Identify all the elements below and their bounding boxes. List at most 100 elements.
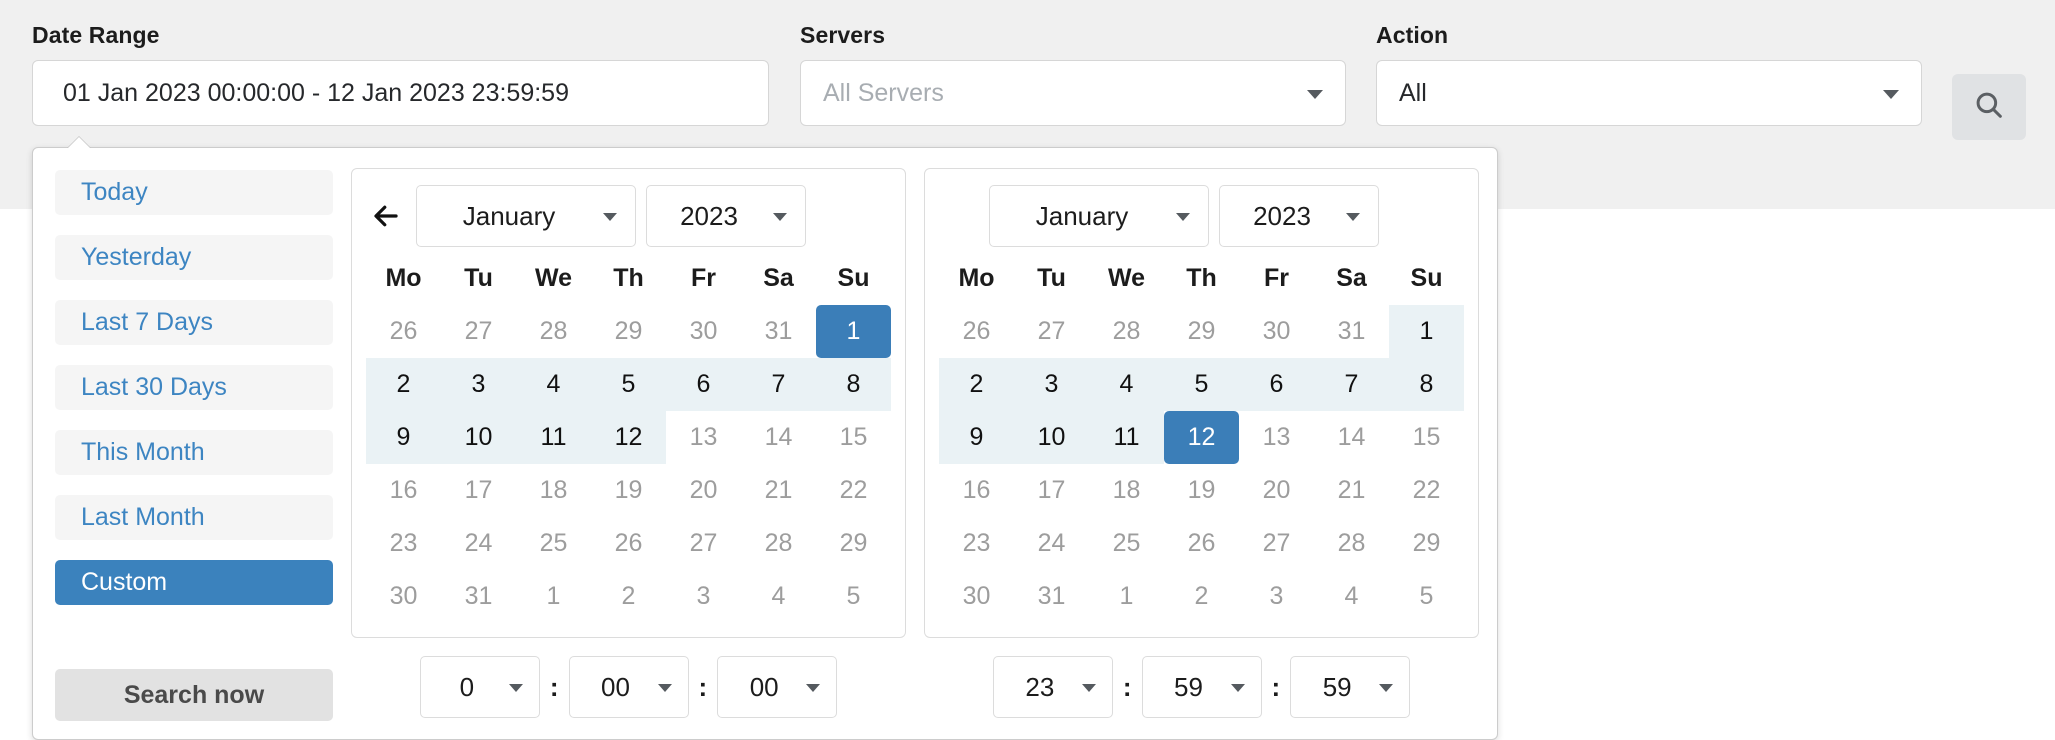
calendar-day[interactable]: 22 — [1389, 464, 1464, 517]
calendar-day[interactable]: 21 — [741, 464, 816, 517]
second-select[interactable]: 00 — [717, 656, 838, 718]
calendar-day[interactable]: 1 — [1389, 305, 1464, 358]
calendar-day[interactable]: 3 — [666, 570, 741, 623]
calendar-day[interactable]: 19 — [1164, 464, 1239, 517]
calendar-day[interactable]: 28 — [516, 305, 591, 358]
calendar-day[interactable]: 1 — [1089, 570, 1164, 623]
calendar-day[interactable]: 25 — [1089, 517, 1164, 570]
calendar-day[interactable]: 23 — [939, 517, 1014, 570]
calendar-day[interactable]: 20 — [1239, 464, 1314, 517]
calendar-day[interactable]: 19 — [591, 464, 666, 517]
calendar-day[interactable]: 30 — [666, 305, 741, 358]
calendar-day[interactable]: 9 — [939, 411, 1014, 464]
range-item-yesterday[interactable]: Yesterday — [55, 235, 333, 280]
calendar-day[interactable]: 16 — [366, 464, 441, 517]
calendar-day[interactable]: 11 — [516, 411, 591, 464]
calendar-day[interactable]: 28 — [1089, 305, 1164, 358]
calendar-day[interactable]: 5 — [816, 570, 891, 623]
hour-select[interactable]: 0 — [419, 656, 540, 718]
calendar-day[interactable]: 18 — [516, 464, 591, 517]
calendar-day[interactable]: 26 — [1164, 517, 1239, 570]
calendar-day[interactable]: 27 — [1014, 305, 1089, 358]
calendar-day[interactable]: 22 — [816, 464, 891, 517]
calendar-day[interactable]: 15 — [816, 411, 891, 464]
calendar-day[interactable]: 4 — [741, 570, 816, 623]
calendar-day[interactable]: 25 — [516, 517, 591, 570]
second-select[interactable]: 59 — [1290, 656, 1411, 718]
range-item-last-30-days[interactable]: Last 30 Days — [55, 365, 333, 410]
calendar-day[interactable]: 23 — [366, 517, 441, 570]
calendar-day[interactable]: 29 — [591, 305, 666, 358]
calendar-day[interactable]: 24 — [441, 517, 516, 570]
calendar-day[interactable]: 12 — [591, 411, 666, 464]
range-item-last-month[interactable]: Last Month — [55, 495, 333, 540]
calendar-day[interactable]: 17 — [441, 464, 516, 517]
calendar-day[interactable]: 27 — [441, 305, 516, 358]
calendar-day[interactable]: 13 — [1239, 411, 1314, 464]
calendar-day[interactable]: 10 — [1014, 411, 1089, 464]
calendar-day[interactable]: 2 — [591, 570, 666, 623]
servers-select[interactable]: All Servers — [800, 60, 1346, 126]
calendar-day[interactable]: 4 — [516, 358, 591, 411]
calendar-day[interactable]: 5 — [1164, 358, 1239, 411]
calendar-day[interactable]: 21 — [1314, 464, 1389, 517]
calendar-day[interactable]: 14 — [1314, 411, 1389, 464]
range-item-last-7-days[interactable]: Last 7 Days — [55, 300, 333, 345]
month-select[interactable]: January — [416, 185, 636, 247]
calendar-day[interactable]: 30 — [1239, 305, 1314, 358]
date-range-input[interactable]: 01 Jan 2023 00:00:00 - 12 Jan 2023 23:59… — [32, 60, 769, 126]
calendar-day[interactable]: 11 — [1089, 411, 1164, 464]
search-now-button[interactable]: Search now — [55, 669, 333, 721]
calendar-day[interactable]: 8 — [816, 358, 891, 411]
calendar-day[interactable]: 3 — [441, 358, 516, 411]
calendar-day[interactable]: 5 — [1389, 570, 1464, 623]
calendar-day[interactable]: 18 — [1089, 464, 1164, 517]
calendar-day[interactable]: 2 — [1164, 570, 1239, 623]
calendar-day[interactable]: 6 — [666, 358, 741, 411]
calendar-day[interactable]: 31 — [1014, 570, 1089, 623]
calendar-day[interactable]: 31 — [741, 305, 816, 358]
range-item-custom[interactable]: Custom — [55, 560, 333, 605]
calendar-day[interactable]: 30 — [366, 570, 441, 623]
calendar-day[interactable]: 13 — [666, 411, 741, 464]
action-select[interactable]: All — [1376, 60, 1922, 126]
calendar-day[interactable]: 28 — [741, 517, 816, 570]
month-select[interactable]: January — [989, 185, 1209, 247]
calendar-day[interactable]: 4 — [1314, 570, 1389, 623]
minute-select[interactable]: 00 — [568, 656, 689, 718]
calendar-day[interactable]: 4 — [1089, 358, 1164, 411]
calendar-day[interactable]: 2 — [939, 358, 1014, 411]
arrow-left-icon[interactable] — [366, 196, 406, 236]
calendar-day[interactable]: 31 — [1314, 305, 1389, 358]
calendar-day[interactable]: 28 — [1314, 517, 1389, 570]
calendar-day[interactable]: 7 — [1314, 358, 1389, 411]
calendar-day[interactable]: 24 — [1014, 517, 1089, 570]
calendar-day[interactable]: 14 — [741, 411, 816, 464]
calendar-day[interactable]: 6 — [1239, 358, 1314, 411]
calendar-day[interactable]: 17 — [1014, 464, 1089, 517]
calendar-day[interactable]: 27 — [1239, 517, 1314, 570]
calendar-day-selected[interactable]: 1 — [816, 305, 891, 358]
calendar-day[interactable]: 2 — [366, 358, 441, 411]
calendar-day[interactable]: 30 — [939, 570, 1014, 623]
range-item-this-month[interactable]: This Month — [55, 430, 333, 475]
calendar-day[interactable]: 9 — [366, 411, 441, 464]
calendar-day[interactable]: 10 — [441, 411, 516, 464]
year-select[interactable]: 2023 — [646, 185, 806, 247]
calendar-day[interactable]: 29 — [816, 517, 891, 570]
calendar-day[interactable]: 31 — [441, 570, 516, 623]
search-button[interactable] — [1952, 74, 2026, 140]
year-select[interactable]: 2023 — [1219, 185, 1379, 247]
calendar-day[interactable]: 27 — [666, 517, 741, 570]
calendar-day[interactable]: 3 — [1239, 570, 1314, 623]
calendar-day[interactable]: 29 — [1164, 305, 1239, 358]
calendar-day[interactable]: 7 — [741, 358, 816, 411]
calendar-day[interactable]: 15 — [1389, 411, 1464, 464]
calendar-day[interactable]: 26 — [366, 305, 441, 358]
calendar-day[interactable]: 20 — [666, 464, 741, 517]
calendar-day-selected[interactable]: 12 — [1164, 411, 1239, 464]
calendar-day[interactable]: 26 — [939, 305, 1014, 358]
minute-select[interactable]: 59 — [1141, 656, 1262, 718]
hour-select[interactable]: 23 — [992, 656, 1113, 718]
calendar-day[interactable]: 26 — [591, 517, 666, 570]
